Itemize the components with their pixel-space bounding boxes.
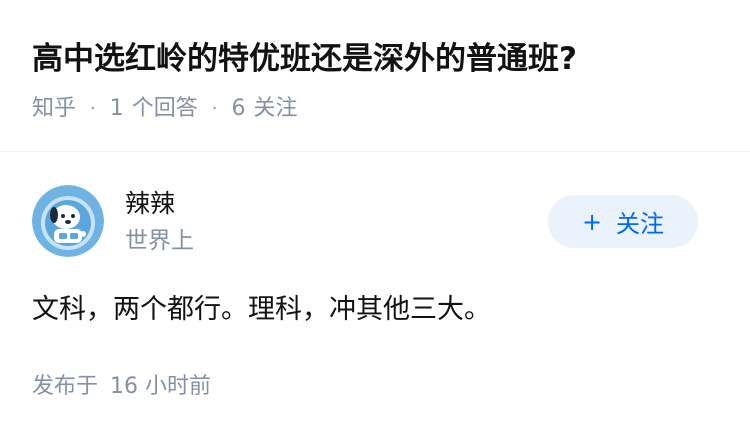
question-title[interactable]: 高中选红岭的特优班还是深外的普通班? [32, 37, 577, 81]
avatar[interactable] [32, 185, 104, 257]
answer-content[interactable]: 文科，两个都行。理科，冲其他三大。 [32, 290, 491, 330]
cartoon-dog-astronaut-icon [32, 185, 104, 257]
author-name[interactable]: 辣辣 [125, 186, 175, 222]
follower-count: 6 [231, 96, 246, 121]
answer-count: 1 [109, 96, 124, 121]
meta-separator: · [90, 98, 96, 119]
meta-separator: · [211, 98, 218, 119]
publish-time: 16 小时前 [110, 374, 212, 399]
question-header: 高中选红岭的特优班还是深外的普通班? 知乎 · 1 个回答 · 6 关注 [0, 0, 750, 152]
publish-prefix: 发布于 [32, 374, 99, 399]
question-meta: 知乎 · 1 个回答 · 6 关注 [32, 92, 298, 126]
follower-count-label: 关注 [253, 96, 298, 121]
source-label[interactable]: 知乎 [32, 92, 76, 126]
zhihu-question-page: 高中选红岭的特优班还是深外的普通班? 知乎 · 1 个回答 · 6 关注 辣辣 … [0, 0, 750, 438]
answer-author-row: 辣辣 世界上 + 关注 [0, 152, 750, 272]
plus-icon: + [581, 207, 603, 236]
answer-time: 发布于 16 小时前 [32, 370, 211, 404]
follow-button-label: 关注 [616, 210, 665, 238]
author-headline: 世界上 [125, 228, 194, 254]
follow-button[interactable]: + 关注 [548, 195, 698, 248]
answer-count-label: 个回答 [131, 96, 198, 121]
